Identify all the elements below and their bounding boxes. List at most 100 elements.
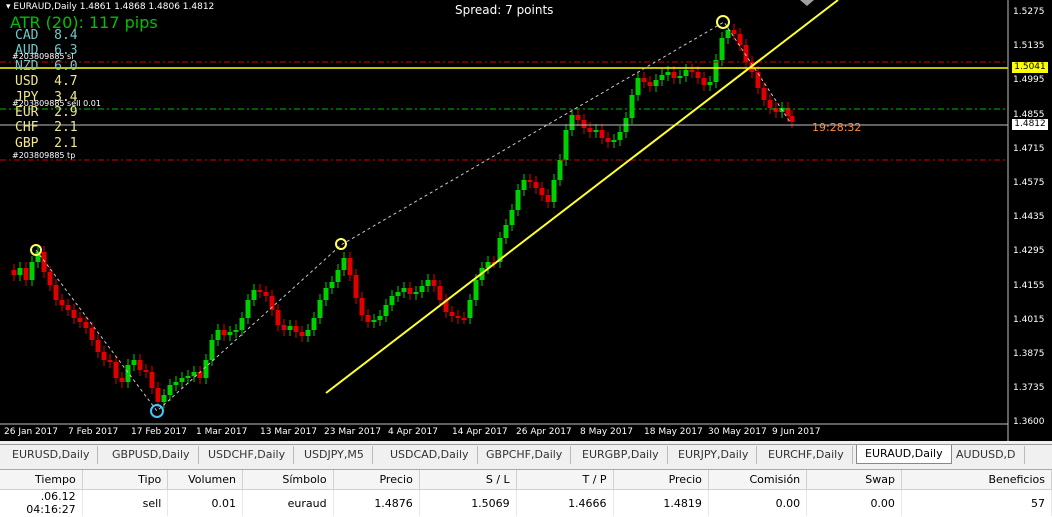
candle-body xyxy=(11,270,17,275)
candle-body xyxy=(167,385,173,395)
candle-body xyxy=(119,378,125,382)
candle-body xyxy=(587,128,593,132)
date-tick-label: 13 Mar 2017 xyxy=(260,427,318,437)
chart-tab-eurusd-daily[interactable]: EURUSD,Daily xyxy=(4,446,99,464)
date-tick-label: 26 Apr 2017 xyxy=(516,427,572,437)
column-header[interactable]: Comisión xyxy=(708,470,808,490)
date-tick-label: 26 Jan 2017 xyxy=(4,427,58,437)
candle-body xyxy=(155,388,161,402)
chart-tab-usdcad-daily[interactable]: USDCAD,Daily xyxy=(382,446,478,464)
candle-body xyxy=(131,360,137,365)
candle-body xyxy=(665,72,671,75)
candle-body xyxy=(125,365,131,382)
candle-body xyxy=(647,82,653,86)
candle-body xyxy=(311,318,317,330)
candle-body xyxy=(569,115,575,130)
candle-body xyxy=(353,275,359,298)
symbol-header: ▾ EURAUD,Daily 1.4861 1.4868 1.4806 1.48… xyxy=(6,2,215,12)
candle-body xyxy=(719,38,725,60)
chart-tab-audusd-d[interactable]: AUDUSD,D xyxy=(948,446,1025,464)
candle-body xyxy=(137,360,143,370)
chart-canvas xyxy=(0,0,1009,441)
table-cell: .06.12 04:16:27 xyxy=(0,489,83,516)
chart-tab-eurjpy-daily[interactable]: EURJPY,Daily xyxy=(670,446,758,464)
table-cell: 0.01 xyxy=(167,489,243,516)
trade-terminal: Tiempo Tipo Volumen Símbolo Precio S / LT / P… xyxy=(0,469,1052,517)
currency-strength-eur: EUR 2.9 xyxy=(15,105,78,120)
date-tick-label: 14 Apr 2017 xyxy=(452,427,508,437)
column-header[interactable]: Volumen xyxy=(167,470,243,490)
candle-body xyxy=(23,268,29,280)
column-header[interactable]: T / P xyxy=(516,470,614,490)
table-header-row: Tiempo Tipo Volumen Símbolo Precio S / LT / P… xyxy=(0,470,1052,490)
candle-body xyxy=(245,300,251,318)
price-chart[interactable]: ▾ EURAUD,Daily 1.4861 1.4868 1.4806 1.48… xyxy=(0,0,1052,441)
candle-body xyxy=(731,30,737,34)
candle-timer: 19:28:32 xyxy=(812,121,862,134)
chart-tab-euraud-daily[interactable]: EURAUD,Daily xyxy=(856,445,952,464)
date-tick-label: 4 Apr 2017 xyxy=(388,427,438,437)
chart-tab-gbpchf-daily[interactable]: GBPCHF,Daily xyxy=(478,446,572,464)
candle-body xyxy=(347,258,353,275)
candle-body xyxy=(275,310,281,325)
trades-table: Tiempo Tipo Volumen Símbolo Precio S / LT / P… xyxy=(0,470,1052,516)
candle-body xyxy=(789,116,795,122)
candle-body xyxy=(305,330,311,336)
candle-body xyxy=(545,195,551,202)
candle-body xyxy=(227,332,233,335)
candle-body xyxy=(95,340,101,352)
candle-body xyxy=(431,280,437,286)
candle-body xyxy=(617,132,623,140)
candle-body xyxy=(659,75,665,80)
date-tick-label: 18 May 2017 xyxy=(644,427,703,437)
candle-body xyxy=(185,376,191,378)
candle-body xyxy=(329,282,335,288)
candle-body xyxy=(449,312,455,316)
table-cell: 0.00 xyxy=(806,489,902,516)
column-header[interactable]: Precio xyxy=(613,470,709,490)
candle-body xyxy=(53,285,59,300)
chart-tab-eurchf-daily[interactable]: EURCHF,Daily xyxy=(760,446,853,464)
candle-body xyxy=(209,340,215,360)
table-cell: 57 xyxy=(901,489,1052,516)
price-tick-label: 1.3735 xyxy=(1013,383,1045,394)
trend-line[interactable] xyxy=(325,0,839,394)
chart-tab-eurgbp-daily[interactable]: EURGBP,Daily xyxy=(574,446,668,464)
candle-body xyxy=(725,30,731,38)
column-header[interactable]: Precio xyxy=(333,470,420,490)
candle-body xyxy=(683,70,689,76)
candle-body xyxy=(383,305,389,316)
candle-body xyxy=(113,362,119,378)
candle-body xyxy=(593,130,599,132)
date-tick-label: 1 Mar 2017 xyxy=(196,427,248,437)
candle-body xyxy=(419,286,425,292)
candle-body xyxy=(599,130,605,138)
table-cell: 0.00 xyxy=(708,489,808,516)
swing-high-marker xyxy=(335,238,347,250)
currency-strength-cad: CAD 8.4 xyxy=(15,28,78,43)
column-header[interactable]: Tipo xyxy=(82,470,169,490)
price-tick-label: 1.4715 xyxy=(1013,143,1045,154)
column-header[interactable]: Beneficios xyxy=(901,470,1052,490)
candle-body xyxy=(149,372,155,388)
candle-body xyxy=(743,45,749,62)
candle-body xyxy=(197,372,203,378)
table-row[interactable]: .06.12 04:16:27 sell 0.01 euraud 1.4876 1.506… xyxy=(0,489,1052,516)
chart-tab-usdjpy-m5[interactable]: USDJPY,M5 xyxy=(296,446,373,464)
price-tick-label: 1.3600 xyxy=(1013,417,1045,428)
column-header[interactable]: S / L xyxy=(419,470,517,490)
column-header[interactable]: Swap xyxy=(806,470,902,490)
table-cell: euraud xyxy=(242,489,334,516)
scroll-marker-icon[interactable] xyxy=(800,0,814,6)
candle-body xyxy=(77,318,83,322)
candle-body xyxy=(437,286,443,300)
chart-tab-gbpusd-daily[interactable]: GBPUSD,Daily xyxy=(104,446,199,464)
candle-body xyxy=(515,190,521,210)
candle-body xyxy=(101,352,107,360)
chart-tab-usdchf-daily[interactable]: USDCHF,Daily xyxy=(200,446,295,464)
column-header[interactable]: Símbolo xyxy=(242,470,334,490)
column-header[interactable]: Tiempo xyxy=(0,470,83,490)
candle-body xyxy=(107,360,113,362)
candle-body xyxy=(677,76,683,78)
candle-body xyxy=(89,328,95,340)
